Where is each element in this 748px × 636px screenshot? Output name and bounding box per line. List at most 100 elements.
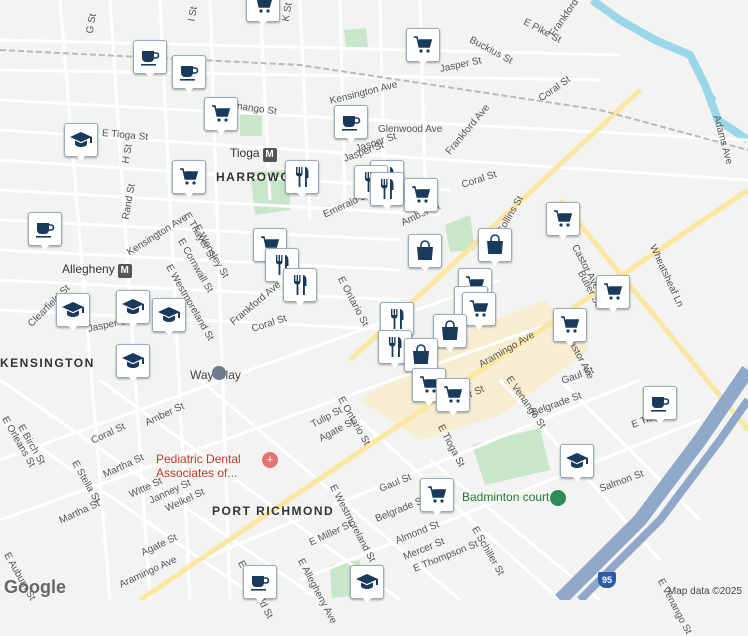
shopping-cart-icon <box>420 478 454 512</box>
school-marker[interactable] <box>152 298 186 336</box>
shopping-cart-marker[interactable] <box>436 378 470 416</box>
marker-pointer <box>423 399 435 406</box>
map-attribution: Map data ©2025 <box>667 586 742 597</box>
marker-pointer <box>67 324 79 331</box>
shopping-bag-marker[interactable] <box>433 314 467 352</box>
coffee-marker[interactable] <box>643 386 677 424</box>
school-icon <box>116 290 150 324</box>
school-icon <box>560 444 594 478</box>
shopping-cart-marker[interactable] <box>404 178 438 216</box>
marker-pointer <box>345 136 357 143</box>
google-logo: Google <box>4 577 66 597</box>
restaurant-marker[interactable] <box>370 172 404 210</box>
coffee-marker[interactable] <box>28 212 62 250</box>
coffee-icon <box>643 386 677 420</box>
area-label-kensington: KENSINGTON <box>0 356 95 370</box>
school-marker[interactable] <box>116 344 150 382</box>
marker-pointer <box>389 361 401 368</box>
school-marker[interactable] <box>64 123 98 161</box>
coffee-marker[interactable] <box>133 40 167 78</box>
marker-pointer <box>431 509 443 516</box>
marker-pointer <box>444 345 456 352</box>
marker-pointer <box>564 339 576 346</box>
school-marker[interactable] <box>116 290 150 328</box>
school-icon <box>350 565 384 599</box>
poi-pediatric-dental[interactable]: Pediatric Dental Associates of... <box>156 452 274 480</box>
shopping-cart-marker[interactable] <box>246 0 280 26</box>
shopping-bag-icon <box>478 228 512 262</box>
shopping-cart-icon <box>436 378 470 412</box>
marker-pointer <box>415 209 427 216</box>
shopping-cart-icon <box>204 97 238 131</box>
poi-pediatric-dental-label: Pediatric Dental Associates of... <box>156 452 241 480</box>
shopping-bag-marker[interactable] <box>408 234 442 272</box>
metro-icon: M <box>262 148 277 162</box>
marker-pointer <box>183 191 195 198</box>
shopping-bag-marker[interactable] <box>478 228 512 266</box>
coffee-icon <box>133 40 167 74</box>
marker-pointer <box>183 86 195 93</box>
park-icon[interactable] <box>550 490 566 506</box>
marker-pointer <box>75 154 87 161</box>
marker-pointer <box>557 233 569 240</box>
marker-pointer <box>571 475 583 482</box>
restaurant-icon <box>285 160 319 194</box>
shopping-cart-icon <box>406 28 440 62</box>
shopping-cart-icon <box>596 275 630 309</box>
coffee-icon <box>28 212 62 246</box>
marker-pointer <box>417 59 429 66</box>
shopping-cart-icon <box>546 202 580 236</box>
marker-pointer <box>489 259 501 266</box>
marker-pointer <box>163 329 175 336</box>
shopping-cart-icon <box>553 308 587 342</box>
marker-pointer <box>473 323 485 330</box>
marker-pointer <box>127 321 139 328</box>
station-tioga-label: Tioga <box>230 146 260 160</box>
school-icon <box>64 123 98 157</box>
school-icon <box>152 298 186 332</box>
marker-pointer <box>215 128 227 135</box>
school-icon <box>116 344 150 378</box>
marker-pointer <box>144 71 156 78</box>
marker-pointer <box>294 299 306 306</box>
marker-pointer <box>257 19 269 26</box>
shopping-cart-marker[interactable] <box>406 28 440 66</box>
shopping-cart-icon <box>404 178 438 212</box>
school-marker[interactable] <box>350 565 384 603</box>
station-tioga[interactable]: Tioga M <box>230 146 277 162</box>
station-allegheny[interactable]: Allegheny M <box>62 262 132 278</box>
school-marker[interactable] <box>56 293 90 331</box>
marker-pointer <box>39 243 51 250</box>
art-icon[interactable] <box>212 366 226 380</box>
school-marker[interactable] <box>560 444 594 482</box>
school-icon <box>56 293 90 327</box>
map-canvas[interactable]: HARROWGATE PORT RICHMOND KENSINGTON Tiog… <box>0 0 748 636</box>
shopping-cart-marker[interactable] <box>553 308 587 346</box>
coffee-icon <box>243 565 277 599</box>
shopping-bag-icon <box>433 314 467 348</box>
coffee-marker[interactable] <box>334 105 368 143</box>
marker-pointer <box>296 191 308 198</box>
coffee-marker[interactable] <box>172 55 206 93</box>
shopping-cart-marker[interactable] <box>462 292 496 330</box>
marker-pointer <box>447 409 459 416</box>
marker-pointer <box>381 203 393 210</box>
shopping-cart-marker[interactable] <box>546 202 580 240</box>
marker-pointer <box>127 375 139 382</box>
shopping-cart-marker[interactable] <box>172 160 206 198</box>
shopping-cart-icon <box>172 160 206 194</box>
shopping-bag-icon <box>404 338 438 372</box>
restaurant-marker[interactable] <box>283 268 317 306</box>
park-north <box>344 28 368 48</box>
shopping-cart-marker[interactable] <box>204 97 238 135</box>
medical-icon[interactable]: + <box>262 452 278 468</box>
shopping-cart-marker[interactable] <box>596 275 630 313</box>
marker-pointer <box>654 417 666 424</box>
shopping-cart-icon <box>462 292 496 326</box>
metro-icon: M <box>117 264 132 278</box>
coffee-marker[interactable] <box>243 565 277 603</box>
station-allegheny-label: Allegheny <box>62 262 115 276</box>
restaurant-marker[interactable] <box>285 160 319 198</box>
shopping-cart-marker[interactable] <box>420 478 454 516</box>
poi-badminton-court[interactable]: Badminton court <box>462 490 549 504</box>
